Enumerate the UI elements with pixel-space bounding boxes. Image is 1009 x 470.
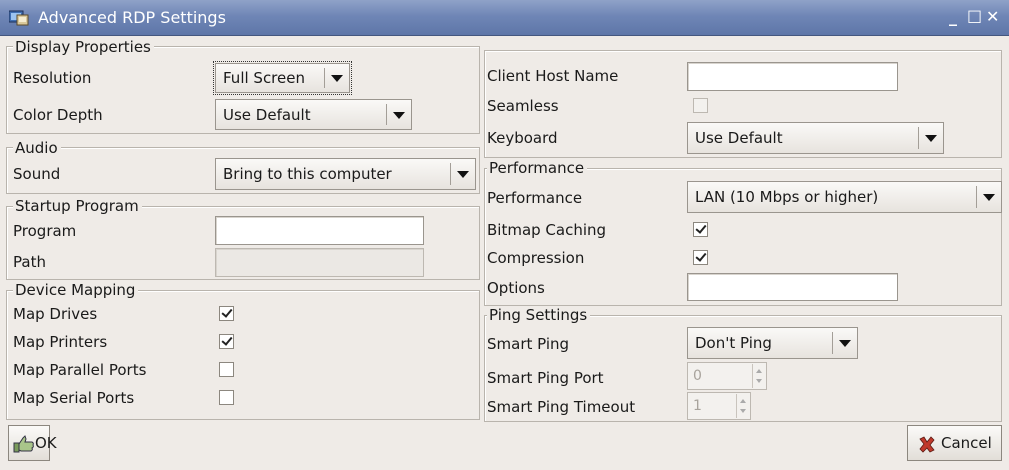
device-mapping-label: Device Mapping	[13, 281, 139, 299]
resolution-value: Full Screen	[223, 69, 305, 87]
keyboard-value: Use Default	[695, 129, 783, 147]
spinner-buttons[interactable]	[736, 394, 749, 418]
compression-label: Compression	[487, 249, 585, 267]
cancel-x-icon	[919, 436, 935, 453]
separator	[918, 127, 919, 149]
startup-program-label: Startup Program	[13, 197, 142, 215]
smart-ping-timeout-label: Smart Ping Timeout	[487, 398, 636, 416]
client-host-name-label: Client Host Name	[487, 67, 619, 85]
keyboard-label: Keyboard	[487, 129, 558, 147]
sound-select[interactable]: Bring to this computer	[215, 158, 476, 190]
smart-ping-label: Smart Ping	[487, 335, 570, 353]
program-input[interactable]	[215, 216, 424, 245]
color-depth-label: Color Depth	[13, 106, 103, 124]
smart-ping-timeout-spinner[interactable]: 1	[687, 392, 751, 420]
chevron-down-icon	[839, 340, 851, 347]
map-printers-label: Map Printers	[13, 333, 108, 351]
resolution-select[interactable]: Full Screen	[213, 61, 352, 95]
spinner-buttons[interactable]	[752, 364, 765, 388]
bitmap-caching-checkbox[interactable]	[693, 222, 708, 237]
window-title: Advanced RDP Settings	[38, 8, 226, 27]
minimize-button[interactable]: _	[949, 7, 957, 26]
smart-ping-port-label: Smart Ping Port	[487, 369, 604, 387]
separator	[324, 68, 325, 88]
smart-ping-port-spinner[interactable]: 0	[687, 362, 767, 390]
performance-select[interactable]: LAN (10 Mbps or higher)	[687, 181, 1002, 213]
thumbs-up-icon	[13, 435, 34, 453]
title-bar[interactable]: Advanced RDP Settings _ □ ✕	[0, 0, 1009, 36]
options-input[interactable]	[687, 273, 898, 301]
cancel-label: Cancel	[941, 434, 992, 452]
map-drives-checkbox[interactable]	[219, 306, 234, 321]
app-window-icon	[9, 10, 29, 26]
color-depth-select[interactable]: Use Default	[215, 99, 412, 130]
sound-value: Bring to this computer	[223, 165, 392, 183]
smart-ping-port-value: 0	[693, 368, 702, 384]
performance-value: LAN (10 Mbps or higher)	[695, 188, 879, 206]
sound-label: Sound	[13, 165, 61, 183]
audio-label: Audio	[13, 139, 61, 157]
separator	[450, 163, 451, 185]
chevron-down-icon	[457, 171, 469, 178]
map-parallel-ports-checkbox[interactable]	[219, 362, 234, 377]
resolution-label: Resolution	[13, 69, 92, 87]
close-button[interactable]: ✕	[986, 7, 999, 26]
maximize-button[interactable]: □	[967, 6, 982, 25]
map-serial-ports-label: Map Serial Ports	[13, 389, 135, 407]
seamless-label: Seamless	[487, 97, 559, 115]
bitmap-caching-label: Bitmap Caching	[487, 221, 607, 239]
chevron-down-icon	[393, 111, 405, 119]
map-drives-label: Map Drives	[13, 305, 98, 323]
performance-label: Performance	[487, 189, 583, 207]
chevron-down-icon	[983, 194, 995, 201]
chevron-up-icon[interactable]	[756, 369, 762, 373]
separator	[976, 186, 977, 208]
ping-settings-label: Ping Settings	[487, 306, 591, 324]
display-properties-label: Display Properties	[13, 38, 154, 56]
ok-label: OK	[35, 434, 57, 452]
seamless-checkbox[interactable]	[693, 98, 708, 113]
smart-ping-select[interactable]: Don't Ping	[687, 327, 858, 359]
keyboard-select[interactable]: Use Default	[687, 122, 944, 154]
color-depth-value: Use Default	[223, 105, 311, 124]
client-host-name-input[interactable]	[687, 62, 898, 91]
separator	[386, 104, 387, 125]
chevron-down-icon	[331, 75, 343, 82]
options-label: Options	[487, 279, 545, 297]
path-input[interactable]	[215, 248, 424, 277]
chevron-down-icon[interactable]	[756, 379, 762, 383]
chevron-down-icon	[925, 135, 937, 142]
smart-ping-value: Don't Ping	[695, 334, 772, 352]
map-serial-ports-checkbox[interactable]	[219, 390, 234, 405]
performance-group-label: Performance	[487, 159, 588, 177]
map-parallel-ports-label: Map Parallel Ports	[13, 361, 147, 379]
chevron-down-icon[interactable]	[740, 409, 746, 413]
path-label: Path	[13, 253, 46, 271]
smart-ping-timeout-value: 1	[693, 398, 702, 414]
ok-button[interactable]: OK	[8, 425, 57, 461]
separator	[832, 332, 833, 354]
map-printers-checkbox[interactable]	[219, 334, 234, 349]
cancel-button[interactable]: Cancel	[907, 425, 1002, 461]
compression-checkbox[interactable]	[693, 250, 708, 265]
chevron-up-icon[interactable]	[740, 399, 746, 403]
program-label: Program	[13, 222, 77, 240]
